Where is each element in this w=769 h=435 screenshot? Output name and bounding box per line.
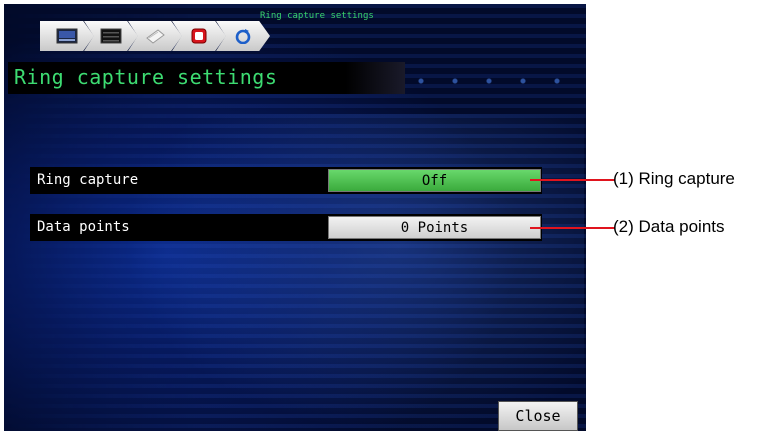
callout-line-data-points: [530, 227, 615, 229]
breadcrumb-title: Ring capture settings: [260, 11, 374, 21]
callout-label-data-points: (2) Data points: [613, 217, 725, 236]
page-title: Ring capture settings: [14, 65, 278, 89]
background-glow: [124, 114, 584, 431]
close-button[interactable]: Close: [498, 401, 578, 431]
ring-capture-toggle[interactable]: Off: [328, 169, 541, 192]
setting-row-ring-capture: Ring capture Off: [30, 167, 542, 194]
loop-icon: [235, 29, 251, 44]
record-icon: [191, 28, 207, 44]
setting-label-data-points: Data points: [37, 219, 130, 235]
paper-icon: [146, 29, 165, 44]
panel-icon: [100, 28, 122, 44]
callout-label-ring-capture: (1) Ring capture: [613, 169, 735, 188]
device-screen: Ring capture settings Ring capture setti…: [4, 4, 586, 431]
breadcrumb: [40, 19, 270, 53]
setting-row-data-points: Data points 0 Points: [30, 214, 542, 241]
callout-line-ring-capture: [530, 179, 615, 181]
background-dots: [404, 74, 584, 88]
setting-label-ring-capture: Ring capture: [37, 172, 139, 188]
breadcrumb-step-display[interactable]: [40, 21, 94, 51]
title-bar: Ring capture settings: [8, 62, 405, 94]
display-icon: [56, 28, 78, 44]
data-points-button[interactable]: 0 Points: [328, 216, 541, 239]
